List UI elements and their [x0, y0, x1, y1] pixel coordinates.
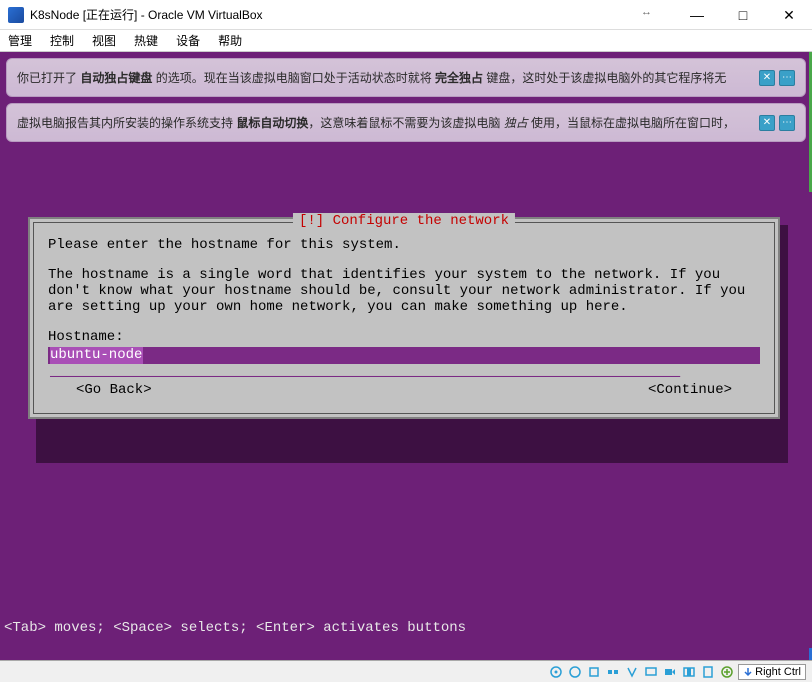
window-title: K8sNode [正在运行] - Oracle VM VirtualBox	[30, 6, 263, 23]
window-titlebar: K8sNode [正在运行] - Oracle VM VirtualBox ↔ …	[0, 0, 812, 30]
menu-hotkey[interactable]: 热键	[134, 32, 158, 49]
banner-dismiss-icon[interactable]: ✕	[759, 115, 775, 131]
close-button[interactable]: ✕	[766, 0, 812, 30]
network-icon[interactable]	[605, 664, 621, 680]
menu-devices[interactable]: 设备	[176, 32, 200, 49]
banner-suppress-icon[interactable]: ⋯	[779, 115, 795, 131]
menu-manage[interactable]: 管理	[8, 32, 32, 49]
optical-disk-icon[interactable]	[567, 664, 583, 680]
banner-dismiss-icon[interactable]: ✕	[759, 70, 775, 86]
app-icon	[8, 7, 24, 23]
info-banner-text: 你已打开了 自动独占键盘 的选项。现在当该虚拟电脑窗口处于活动状态时就将 完全独…	[17, 69, 751, 86]
hostname-input[interactable]: ubuntu-node_____________________________…	[48, 347, 760, 364]
info-banner-mouse: 虚拟电脑报告其内所安装的操作系统支持 鼠标自动切换，这意味着鼠标不需要为该虚拟电…	[6, 103, 806, 142]
recording-icon[interactable]	[662, 664, 678, 680]
hostname-label: Hostname:	[48, 329, 760, 345]
vm-display-area[interactable]: 你已打开了 自动独占键盘 的选项。现在当该虚拟电脑窗口处于活动状态时就将 完全独…	[0, 52, 812, 660]
info-banner-keyboard: 你已打开了 自动独占键盘 的选项。现在当该虚拟电脑窗口处于活动状态时就将 完全独…	[6, 58, 806, 97]
installer-description: The hostname is a single word that ident…	[48, 267, 760, 315]
installer-title: [!] Configure the network	[293, 213, 515, 229]
clipboard-icon[interactable]	[700, 664, 716, 680]
menu-help[interactable]: 帮助	[218, 32, 242, 49]
installer-dialog: [!] Configure the network Please enter t…	[28, 217, 780, 419]
go-back-button[interactable]: <Go Back>	[76, 382, 152, 398]
usb-icon[interactable]	[586, 664, 602, 680]
menu-view[interactable]: 视图	[92, 32, 116, 49]
statusbar: Right Ctrl	[0, 660, 812, 682]
display-icon[interactable]	[643, 664, 659, 680]
minimize-button[interactable]: —	[674, 0, 720, 30]
installer-prompt: Please enter the hostname for this syste…	[48, 237, 760, 253]
hostname-value: ubuntu-node	[50, 347, 143, 364]
maximize-button[interactable]: □	[720, 0, 766, 30]
continue-button[interactable]: <Continue>	[648, 382, 732, 398]
arrow-down-icon	[743, 667, 753, 677]
installer-help-text: <Tab> moves; <Space> selects; <Enter> ac…	[4, 620, 466, 636]
hard-disk-icon[interactable]	[548, 664, 564, 680]
menubar: 管理 控制 视图 热键 设备 帮助	[0, 30, 812, 52]
banner-suppress-icon[interactable]: ⋯	[779, 70, 795, 86]
window-controls: — □ ✕	[674, 0, 812, 30]
host-key-label: Right Ctrl	[755, 665, 801, 679]
host-key-indicator[interactable]: Right Ctrl	[738, 664, 806, 680]
audio-icon[interactable]	[681, 664, 697, 680]
guest-additions-icon[interactable]	[719, 664, 735, 680]
resize-indicator-icon: ↔	[641, 6, 652, 18]
shared-folder-icon[interactable]	[624, 664, 640, 680]
menu-control[interactable]: 控制	[50, 32, 74, 49]
info-banner-text: 虚拟电脑报告其内所安装的操作系统支持 鼠标自动切换，这意味着鼠标不需要为该虚拟电…	[17, 114, 751, 131]
